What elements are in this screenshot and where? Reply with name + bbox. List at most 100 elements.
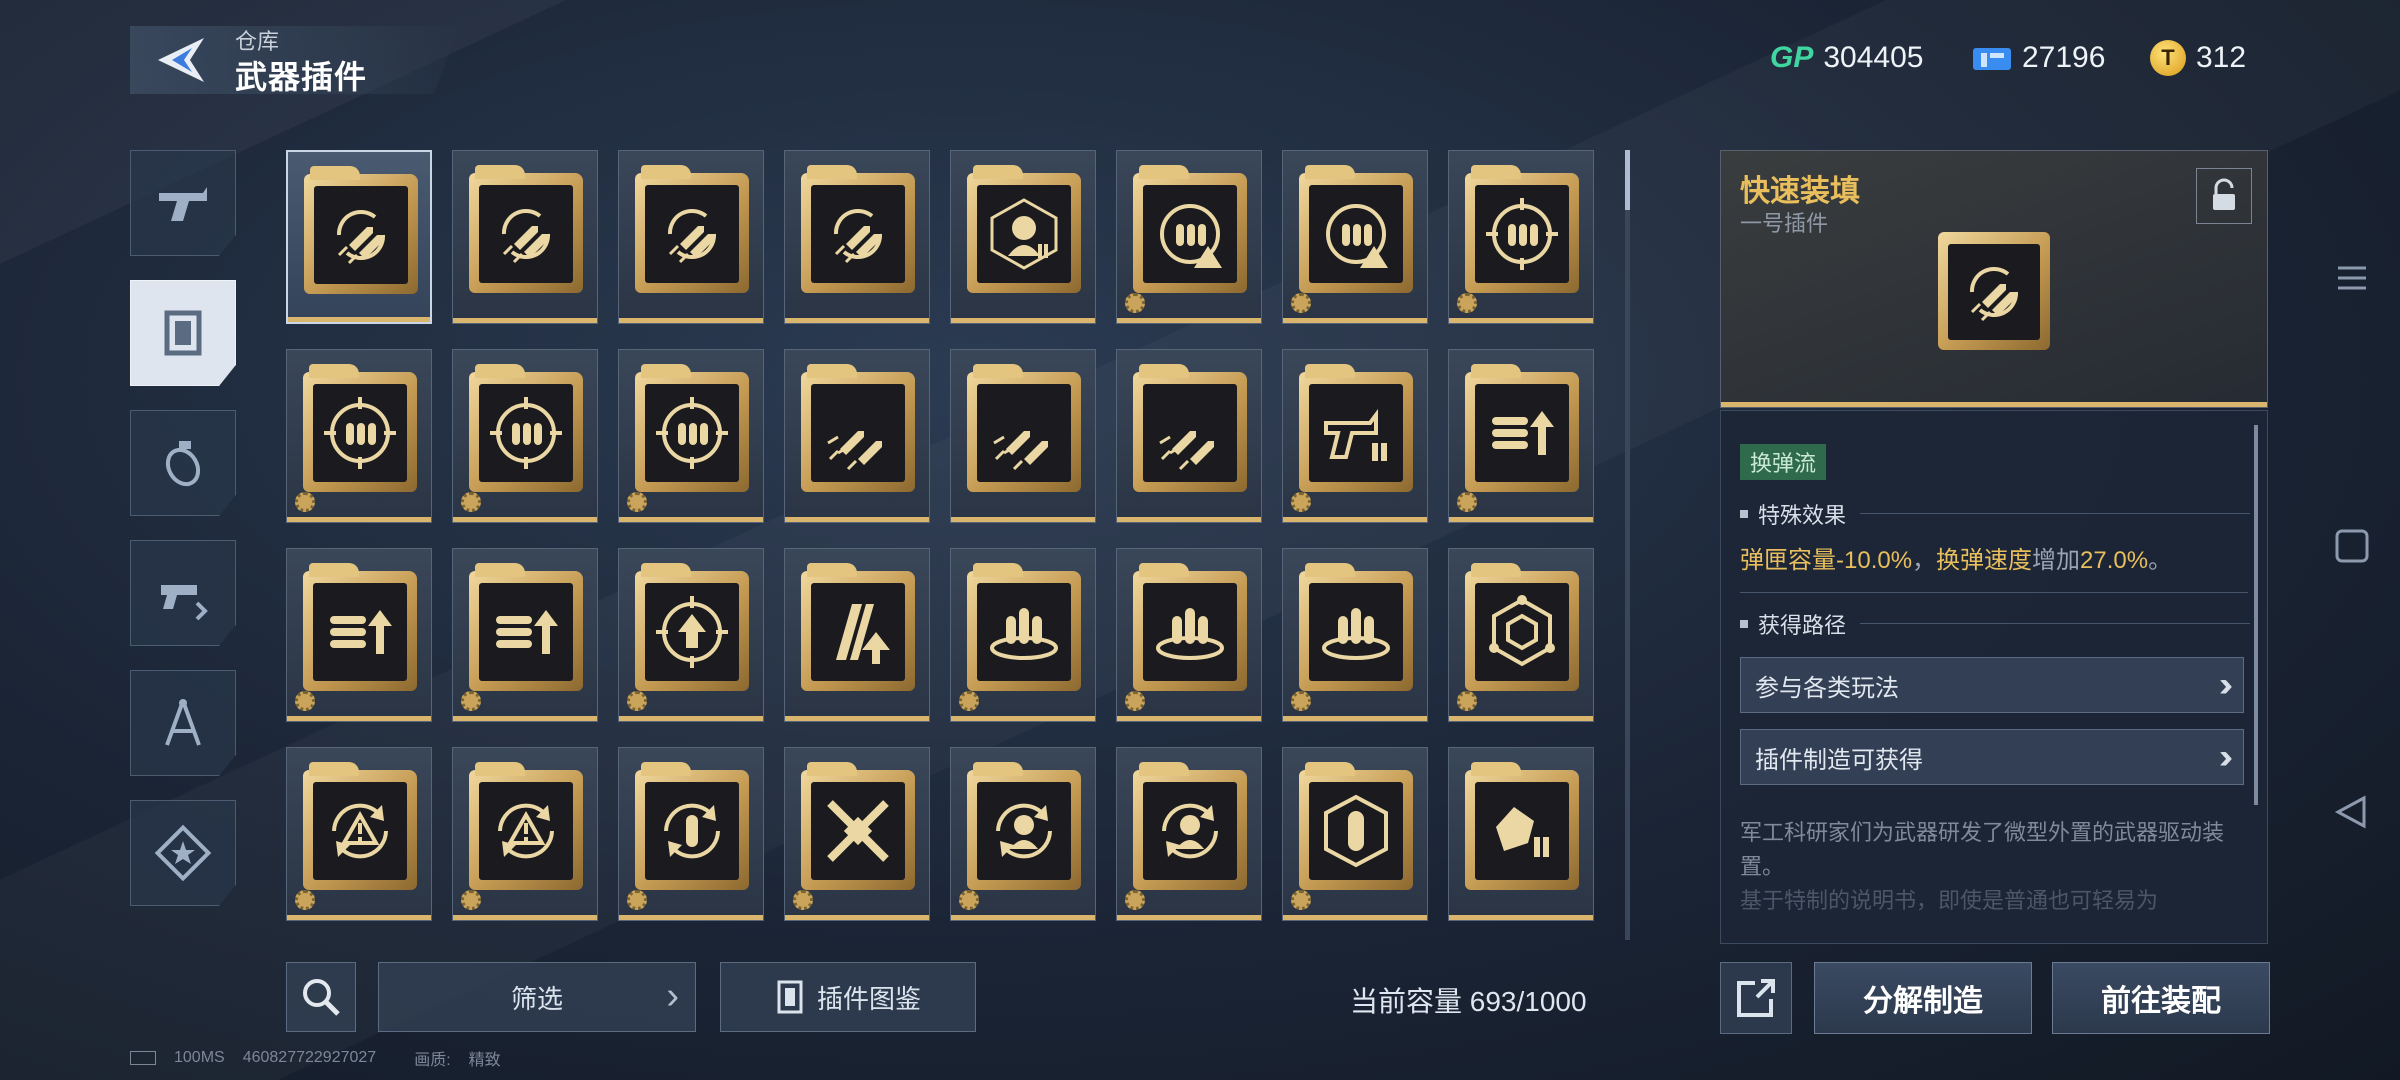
source-craft-button[interactable]: 插件制造可获得 ››› [1740, 729, 2244, 785]
ticket-icon [1973, 48, 2011, 70]
ammo-ring-icon [1143, 583, 1237, 681]
cross-swords-icon [811, 782, 905, 880]
folder-icon [469, 563, 583, 691]
hex-bullet-icon [1309, 782, 1403, 880]
plugin-atlas-button[interactable]: 插件图鉴 [720, 962, 976, 1032]
folder-icon [635, 364, 749, 492]
plugin-card[interactable] [950, 150, 1096, 324]
folder-icon [1299, 762, 1413, 890]
plugin-card[interactable] [618, 747, 764, 921]
folder-icon [967, 563, 1081, 691]
source-gameplay-button[interactable]: 参与各类玩法 ››› [1740, 657, 2244, 713]
pistol-icon [159, 187, 207, 221]
folder-icon [1133, 165, 1247, 293]
grid-scrollbar[interactable] [1625, 150, 1630, 940]
atlas-icon [777, 980, 803, 1014]
divider [1740, 592, 2248, 593]
sidebar-tab-compass[interactable] [130, 670, 236, 776]
folder-icon [1133, 762, 1247, 890]
plugin-card[interactable] [784, 349, 930, 523]
back-button[interactable] [150, 34, 210, 86]
coin-icon: T [2150, 40, 2186, 76]
folder-icon [1299, 563, 1413, 691]
double-chevron-icon: ››› [2219, 737, 2233, 776]
compass-icon [165, 699, 201, 746]
plugin-card[interactable] [452, 548, 598, 722]
gear-icon [1291, 492, 1311, 512]
plugin-card[interactable] [1448, 150, 1594, 324]
home-square-icon[interactable] [2330, 524, 2374, 568]
plugin-card[interactable] [1282, 548, 1428, 722]
folder-icon [801, 165, 915, 293]
page-title: 武器插件 [235, 59, 368, 95]
share-button[interactable] [1720, 962, 1792, 1034]
quality-value: 精致 [468, 1052, 501, 1069]
gear-icon [793, 890, 813, 910]
folder-icon [635, 762, 749, 890]
sidebar-tab-plugin[interactable] [130, 280, 236, 386]
plugin-card[interactable] [286, 150, 432, 324]
rocket-ammo-icon [977, 384, 1071, 482]
cycle-bullet-icon [645, 782, 739, 880]
sidebar-tab-star-badge[interactable] [130, 800, 236, 906]
plugin-card[interactable] [618, 349, 764, 523]
plugin-description: 军工科研家们为武器研发了微型外置的武器驱动装置。 基于特制的说明书，即使是普通也… [1740, 820, 2225, 913]
plugin-card[interactable] [950, 548, 1096, 722]
gear-icon [295, 492, 315, 512]
plugin-card[interactable] [1282, 349, 1428, 523]
lock-button[interactable] [2196, 168, 2252, 224]
plugin-card[interactable] [784, 747, 930, 921]
style-tag: 换弹流 [1740, 444, 1827, 480]
plugin-card[interactable] [1116, 548, 1262, 722]
back-triangle-icon[interactable] [2330, 790, 2374, 834]
detail-scrollbar[interactable] [2254, 425, 2258, 805]
plugin-card[interactable] [1282, 150, 1428, 324]
folder-icon [967, 165, 1081, 293]
plugin-card[interactable] [1116, 747, 1262, 921]
cycle-warning-icon [479, 782, 573, 880]
folder-icon [1465, 762, 1579, 890]
folder-icon [1133, 364, 1247, 492]
sidebar-tab-grenade[interactable] [130, 410, 236, 516]
plugin-card[interactable] [1448, 747, 1594, 921]
plugin-card[interactable] [1116, 349, 1262, 523]
plugin-card[interactable] [452, 747, 598, 921]
gear-icon [1291, 293, 1311, 313]
folder-icon [1299, 364, 1413, 492]
plugin-card[interactable] [618, 548, 764, 722]
plugin-card[interactable] [950, 747, 1096, 921]
sidebar-tab-pistol[interactable] [130, 150, 236, 256]
rocket-ammo-icon [1143, 384, 1237, 482]
plugin-card[interactable] [452, 349, 598, 523]
plugin-card[interactable] [286, 747, 432, 921]
plugin-card[interactable] [1448, 349, 1594, 523]
search-button[interactable] [286, 962, 356, 1032]
folder-icon [1465, 165, 1579, 293]
grid-scroll-thumb[interactable] [1625, 150, 1630, 210]
ammo-warning-icon [1309, 185, 1403, 283]
chevron-right-icon: › [666, 975, 679, 1017]
plugin-card[interactable] [452, 150, 598, 324]
menu-icon[interactable] [2330, 256, 2374, 300]
plugin-card[interactable] [1448, 548, 1594, 722]
gp-currency[interactable]: GP 304405 [1770, 36, 1923, 80]
coin-currency[interactable]: T 312 [2150, 36, 2246, 80]
plugin-card[interactable] [286, 548, 432, 722]
star-badge-icon [154, 824, 212, 882]
capacity-text: 当前容量 693/1000 [1350, 986, 1587, 1017]
equip-button[interactable]: 前往装配 [2052, 962, 2270, 1034]
plugin-card[interactable] [286, 349, 432, 523]
lock-icon [2213, 178, 2235, 210]
plugin-card[interactable] [1282, 747, 1428, 921]
plugin-card[interactable] [950, 349, 1096, 523]
filter-button[interactable]: 筛选 › [378, 962, 696, 1032]
plugin-card[interactable] [618, 150, 764, 324]
rocket-reload-icon [1948, 244, 2040, 340]
plugin-card[interactable] [784, 150, 930, 324]
ticket-currency[interactable]: 27196 [1972, 36, 2105, 80]
gear-icon [959, 691, 979, 711]
plugin-card[interactable] [784, 548, 930, 722]
sidebar-tab-gun-swap[interactable] [130, 540, 236, 646]
disassemble-button[interactable]: 分解制造 [1814, 962, 2032, 1034]
plugin-card[interactable] [1116, 150, 1262, 324]
